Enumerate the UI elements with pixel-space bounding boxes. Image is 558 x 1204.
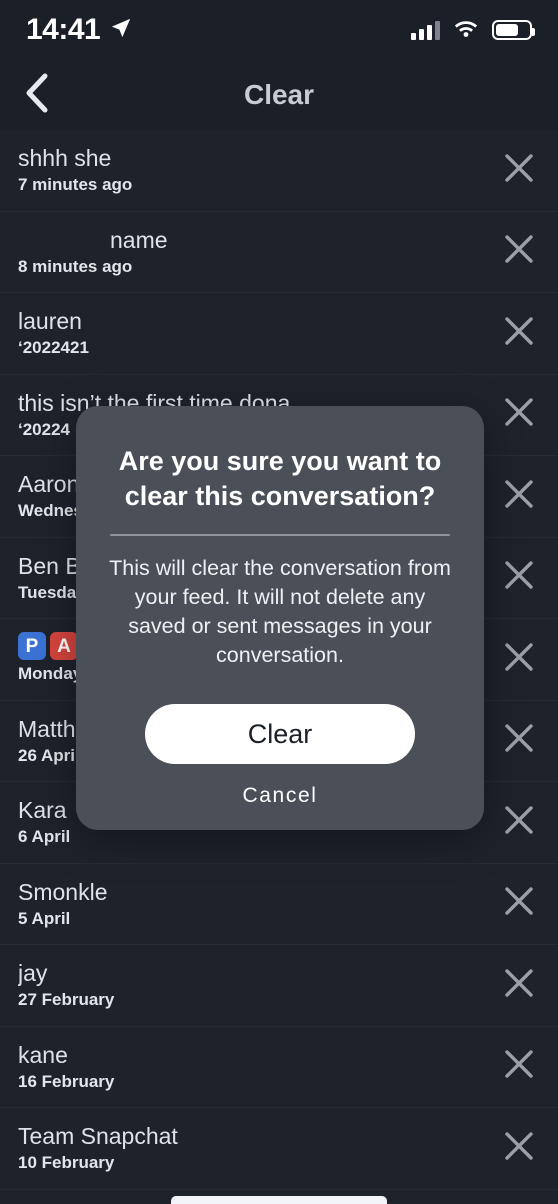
row-timestamp: ‘2022421 xyxy=(18,338,89,358)
cellular-signal-icon xyxy=(411,20,440,40)
close-icon xyxy=(502,1047,536,1086)
row-timestamp: 5 April xyxy=(18,908,71,928)
remove-conversation-button[interactable] xyxy=(480,293,558,374)
row-timestamp: 27 February xyxy=(18,990,115,1010)
page-header: Clear xyxy=(0,60,558,130)
conversation-row[interactable]: shhh she 7 minutes ago xyxy=(0,130,558,212)
close-icon xyxy=(502,1129,536,1168)
row-title: Team Snapchat xyxy=(18,1123,178,1150)
status-bar-clock: 14:41 xyxy=(26,13,101,46)
remove-conversation-button[interactable] xyxy=(480,456,558,537)
remove-conversation-button[interactable] xyxy=(480,538,558,619)
remove-conversation-button[interactable] xyxy=(480,375,558,456)
close-icon xyxy=(502,803,536,842)
dialog-body-text: This will clear the conversation from yo… xyxy=(109,556,451,667)
remove-conversation-button[interactable] xyxy=(480,130,558,211)
dialog-divider xyxy=(110,534,450,536)
status-bar-left: 14:41 xyxy=(26,13,132,47)
row-text: shhh she 7 minutes ago xyxy=(18,143,480,197)
page-title: Clear xyxy=(243,79,315,110)
emoji-badge: P xyxy=(18,632,46,661)
row-text: Team Snapchat 10 February xyxy=(18,1121,480,1175)
remove-conversation-button[interactable] xyxy=(480,945,558,1026)
row-title: lauren xyxy=(18,308,82,335)
remove-conversation-button[interactable] xyxy=(480,1027,558,1108)
close-icon xyxy=(502,314,536,353)
close-icon xyxy=(502,395,536,434)
remove-conversation-button[interactable] xyxy=(480,1108,558,1189)
close-icon xyxy=(502,721,536,760)
close-icon xyxy=(502,966,536,1005)
row-timestamp: 8 minutes ago xyxy=(18,256,133,276)
conversation-row[interactable]: jay 27 February xyxy=(0,945,558,1027)
remove-conversation-button[interactable] xyxy=(480,212,558,293)
emoji-badge: A xyxy=(50,632,78,661)
phone-screen: 14:41 Clear shhh she 7 minutes ago name … xyxy=(0,0,558,1204)
conversation-row[interactable]: Team Snapchat 10 February xyxy=(0,1108,558,1190)
row-title: kane xyxy=(18,1041,68,1068)
back-button[interactable] xyxy=(14,73,58,117)
close-icon xyxy=(502,232,536,271)
row-text: jay 27 February xyxy=(18,958,480,1012)
close-icon xyxy=(502,558,536,597)
row-text: name 8 minutes ago xyxy=(18,225,480,279)
clear-conversation-dialog: Are you sure you want to clear this conv… xyxy=(76,406,484,830)
close-icon xyxy=(502,151,536,190)
row-title: shhh she xyxy=(18,145,112,172)
row-text: lauren ‘2022421 xyxy=(18,306,480,360)
close-icon xyxy=(502,477,536,516)
row-timestamp: 16 February xyxy=(18,1071,115,1091)
conversation-row[interactable]: Smonkle 5 April xyxy=(0,864,558,945)
row-title: name xyxy=(110,226,168,253)
row-title: jay xyxy=(18,960,48,987)
battery-icon xyxy=(492,20,535,40)
status-bar: 14:41 xyxy=(0,0,558,60)
remove-conversation-button[interactable] xyxy=(480,619,558,700)
row-timestamp: 7 minutes ago xyxy=(18,175,133,195)
close-icon xyxy=(502,640,536,679)
wifi-icon xyxy=(453,18,479,43)
remove-conversation-button[interactable] xyxy=(480,782,558,863)
cancel-button[interactable]: Cancel xyxy=(102,784,458,808)
conversation-row[interactable]: name 8 minutes ago xyxy=(0,212,558,293)
close-icon xyxy=(502,884,536,923)
row-text: kane 16 February xyxy=(18,1040,480,1094)
clear-button[interactable]: Clear xyxy=(145,704,415,764)
row-text: Smonkle 5 April xyxy=(18,877,480,931)
remove-conversation-button[interactable] xyxy=(480,701,558,782)
row-title: Smonkle xyxy=(18,878,108,905)
dialog-title: Are you sure you want to clear this conv… xyxy=(118,446,442,511)
row-timestamp: 10 February xyxy=(18,1153,115,1173)
location-arrow-icon xyxy=(110,17,132,44)
conversation-row[interactable]: kane 16 February xyxy=(0,1027,558,1108)
conversation-row[interactable]: lauren ‘2022421 xyxy=(0,293,558,375)
remove-conversation-button[interactable] xyxy=(480,864,558,945)
chevron-left-icon xyxy=(23,73,49,118)
status-bar-right xyxy=(411,18,535,43)
home-indicator xyxy=(171,1196,387,1204)
